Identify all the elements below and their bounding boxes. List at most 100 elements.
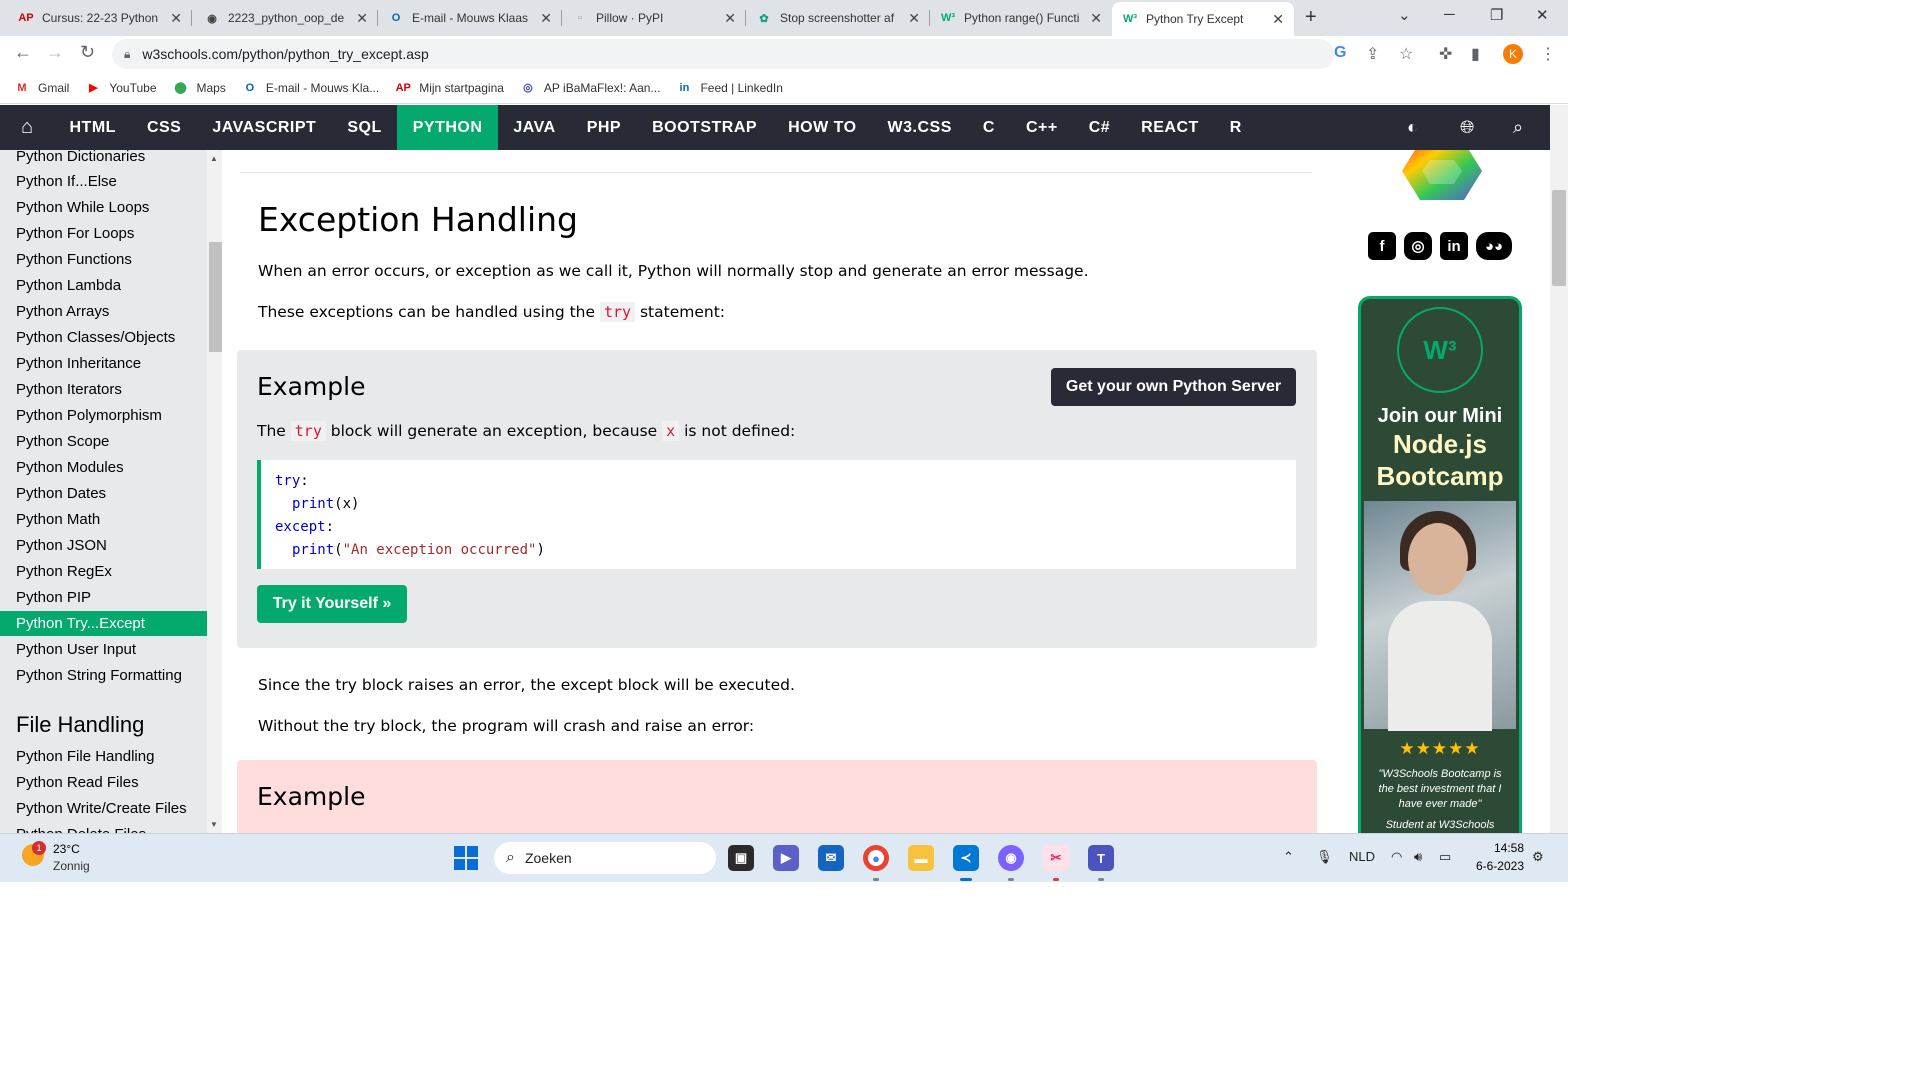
linkedin-icon[interactable]: in	[1440, 232, 1468, 260]
lock-icon[interactable]: 🔒︎	[124, 47, 130, 62]
sidebar-item[interactable]: Python RegEx	[0, 559, 207, 584]
bookmark-ibamaflex[interactable]: ◎ AP iBaMaFlex!: Aan...	[520, 81, 660, 95]
teams-icon[interactable]: T	[1088, 845, 1114, 871]
dark-mode-icon[interactable]: ◐	[1407, 117, 1418, 138]
clock-date[interactable]: 6-6-2023	[1464, 859, 1524, 873]
tab-close-icon[interactable]: ✕	[908, 10, 920, 27]
sidebar-item[interactable]: Python Scope	[0, 429, 207, 454]
teams-chat-icon[interactable]: ▶	[773, 845, 799, 871]
browser-tab-active[interactable]: W³ Python Try Except ✕	[1112, 2, 1294, 36]
google-icon[interactable]: G	[1334, 44, 1346, 62]
menu-dots-icon[interactable]: ⋮	[1540, 44, 1556, 64]
bookmark-linkedin[interactable]: in Feed | LinkedIn	[676, 81, 783, 95]
nav-cpp[interactable]: C++	[1010, 105, 1073, 150]
bootcamp-ad[interactable]: W³ Join our Mini Node.js Bootcamp ★★★★★ …	[1358, 296, 1522, 833]
sidebar-item[interactable]: Python Math	[0, 507, 207, 532]
notifications-icon[interactable]: ⚙	[1532, 849, 1544, 865]
bookmark-star-icon[interactable]: ☆	[1399, 44, 1413, 64]
bookmark-email[interactable]: O E-mail - Mouws Kla...	[242, 81, 380, 95]
taskbar-search-input[interactable]: ⌕ Zoeken	[494, 842, 716, 874]
nav-python[interactable]: PYTHON	[397, 105, 498, 150]
extensions-icon[interactable]: ✜	[1439, 44, 1452, 64]
scroll-down-icon[interactable]: ▼	[210, 820, 218, 829]
share-icon[interactable]: ⇪	[1366, 44, 1379, 64]
snipping-tool-icon[interactable]: ✂	[1043, 845, 1069, 871]
tab-close-icon[interactable]: ✕	[356, 10, 368, 27]
close-window-icon[interactable]: ✕	[1536, 6, 1549, 24]
mail-icon[interactable]: ✉	[818, 845, 844, 871]
weather-condition[interactable]: Zonnig	[53, 859, 90, 873]
code-block[interactable]: try: print(x) except: print("An exceptio…	[257, 460, 1296, 569]
nav-bootstrap[interactable]: BOOTSTRAP	[637, 105, 773, 150]
nav-java[interactable]: JAVA	[498, 105, 571, 150]
nav-sql[interactable]: SQL	[332, 105, 397, 150]
globe-icon[interactable]: 🌐︎	[1460, 117, 1474, 138]
nav-php[interactable]: PHP	[571, 105, 636, 150]
browser-tab[interactable]: AP Cursus: 22-23 Python ✕	[8, 4, 192, 32]
bookmark-youtube[interactable]: ▶ YouTube	[85, 81, 156, 95]
minimize-icon[interactable]: ─	[1444, 6, 1455, 23]
sidebar-item[interactable]: Python For Loops	[0, 221, 207, 246]
tab-close-icon[interactable]: ✕	[170, 10, 182, 27]
messenger-icon[interactable]: ◉	[998, 845, 1024, 871]
sidebar-item[interactable]: Python Iterators	[0, 377, 207, 402]
file-explorer-icon[interactable]: ▬	[908, 845, 934, 871]
sidebar-item[interactable]: Python Inheritance	[0, 351, 207, 376]
show-hidden-icons-icon[interactable]: ⌃	[1283, 849, 1294, 865]
browser-tab[interactable]: ▫ Pillow · PyPI ✕	[562, 4, 746, 32]
tab-search-icon[interactable]: ⌄	[1398, 6, 1411, 24]
discord-icon[interactable]: ◕◕	[1476, 232, 1512, 260]
side-panel-icon[interactable]: ▮	[1471, 44, 1480, 64]
search-icon[interactable]: ⌕	[1513, 117, 1523, 138]
tab-close-icon[interactable]: ✕	[724, 10, 736, 27]
clock-time[interactable]: 14:58	[1474, 841, 1524, 855]
new-tab-icon[interactable]: +	[1305, 6, 1317, 29]
sidebar-item-active[interactable]: Python Try...Except	[0, 611, 207, 636]
sidebar-item[interactable]: Python User Input	[0, 637, 207, 662]
nav-r[interactable]: R	[1214, 105, 1257, 150]
sidebar-item[interactable]: Python If...Else	[0, 169, 207, 194]
tab-close-icon[interactable]: ✕	[1272, 11, 1284, 28]
nav-javascript[interactable]: JAVASCRIPT	[197, 105, 332, 150]
nav-howto[interactable]: HOW TO	[773, 105, 872, 150]
vscode-icon[interactable]: ≺	[953, 845, 979, 871]
browser-tab[interactable]: W³ Python range() Functi ✕	[930, 4, 1112, 32]
windows-start-icon[interactable]	[454, 846, 478, 870]
wifi-icon[interactable]: ◠	[1391, 849, 1402, 865]
color-picker-logo-icon[interactable]	[1400, 150, 1484, 202]
sidebar-item[interactable]: Python Classes/Objects	[0, 325, 207, 350]
battery-icon[interactable]: ▭	[1439, 849, 1451, 865]
home-icon[interactable]: ⌂	[0, 105, 54, 150]
back-arrow-icon[interactable]: ←	[14, 42, 32, 63]
sidebar-item[interactable]: Python Arrays	[0, 299, 207, 324]
weather-temperature[interactable]: 23°C	[53, 842, 80, 856]
scroll-up-icon[interactable]: ▲	[210, 154, 218, 163]
browser-tab[interactable]: ◉ 2223_python_oop_de ✕	[194, 4, 378, 32]
browser-tab[interactable]: O E-mail - Mouws Klaas ✕	[378, 4, 562, 32]
sidebar-item[interactable]: Python Polymorphism	[0, 403, 207, 428]
sidebar-item[interactable]: Python Dictionaries	[0, 150, 207, 169]
sidebar-item[interactable]: Python Read Files	[0, 770, 207, 795]
sidebar-item[interactable]: Python Delete Files	[0, 822, 207, 833]
sidebar-item[interactable]: Python String Formatting	[0, 663, 207, 688]
sidebar-item[interactable]: Python While Loops	[0, 195, 207, 220]
get-python-server-button[interactable]: Get your own Python Server	[1051, 368, 1296, 406]
facebook-icon[interactable]: f	[1368, 232, 1396, 260]
nav-c[interactable]: C	[967, 105, 1010, 150]
sidebar-item[interactable]: Python PIP	[0, 585, 207, 610]
sidebar-item[interactable]: Python Functions	[0, 247, 207, 272]
volume-icon[interactable]: 🔊︎	[1414, 849, 1422, 865]
nav-html[interactable]: HTML	[54, 105, 131, 150]
sidebar-item[interactable]: Python File Handling	[0, 744, 207, 769]
tab-close-icon[interactable]: ✕	[540, 10, 552, 27]
nav-css[interactable]: CSS	[131, 105, 196, 150]
restore-icon[interactable]: ❐	[1490, 6, 1503, 24]
bookmark-maps[interactable]: ⬤ Maps	[173, 81, 226, 95]
profile-avatar[interactable]: K	[1503, 44, 1523, 64]
forward-arrow-icon[interactable]: →	[46, 42, 64, 63]
sidebar-item[interactable]: Python Dates	[0, 481, 207, 506]
bookmark-gmail[interactable]: M Gmail	[14, 81, 69, 95]
browser-tab[interactable]: ✿ Stop screenshotter af ✕	[746, 4, 930, 32]
try-it-yourself-button[interactable]: Try it Yourself »	[257, 585, 407, 623]
chrome-icon[interactable]: ●	[863, 845, 889, 871]
